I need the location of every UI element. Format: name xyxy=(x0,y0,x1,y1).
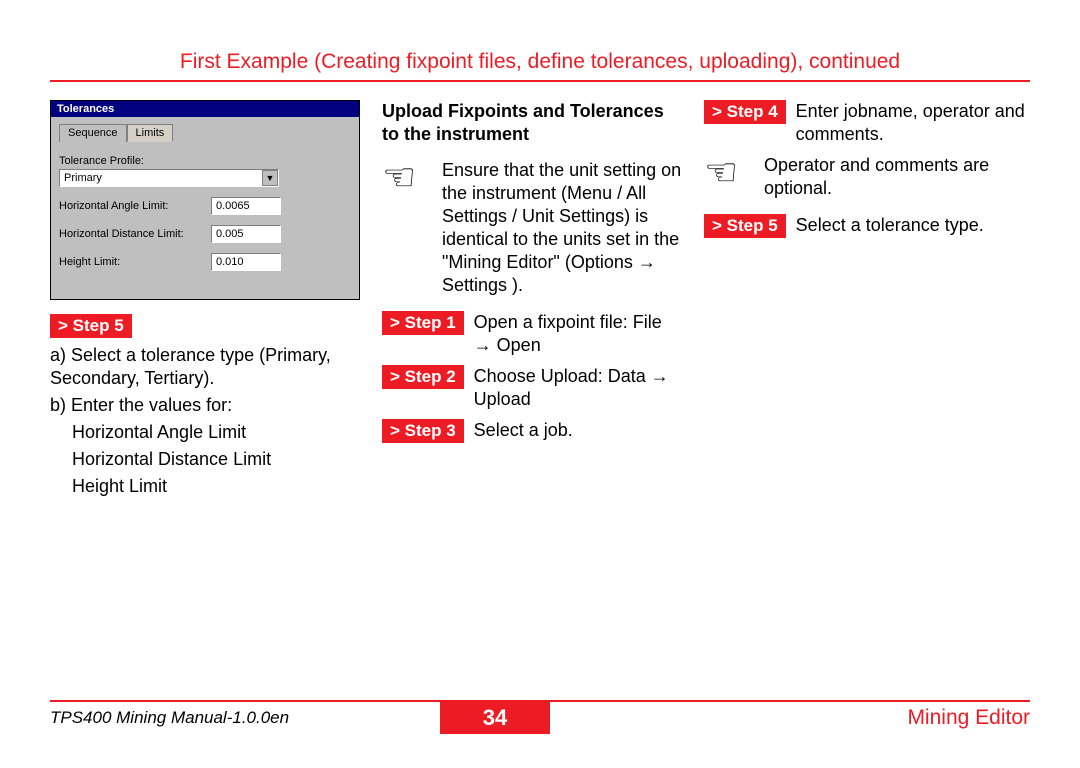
step1-text: Open a fixpoint file: File → Open xyxy=(474,311,682,357)
header-rule xyxy=(50,80,1030,82)
step5-text-right: Select a tolerance type. xyxy=(796,214,984,237)
page-number: 34 xyxy=(440,702,550,734)
page-footer: TPS400 Mining Manual-1.0.0en 34 Mining E… xyxy=(50,700,1030,734)
step1-badge: > Step 1 xyxy=(382,311,464,335)
unit-note: Ensure that the unit setting on the inst… xyxy=(442,159,682,297)
step4-text: Enter jobname, operator and comments. xyxy=(796,100,1030,146)
step2-text: Choose Upload: Data → Upload xyxy=(474,365,682,411)
step4-badge: > Step 4 xyxy=(704,100,786,124)
step5b-item3: Height Limit xyxy=(72,475,360,498)
step5a-text: a) Select a tolerance type (Primary, Sec… xyxy=(50,344,360,390)
profile-value: Primary xyxy=(64,172,102,184)
profile-combo[interactable]: Primary ▼ xyxy=(59,169,279,187)
hdl-label: Horizontal Distance Limit: xyxy=(59,228,199,240)
footer-manual-id: TPS400 Mining Manual-1.0.0en xyxy=(50,702,440,734)
hal-input[interactable]: 0.0065 xyxy=(211,197,281,215)
step3-text: Select a job. xyxy=(474,419,573,442)
page-title: First Example (Creating fixpoint files, … xyxy=(50,50,1030,74)
hal-label: Horizontal Angle Limit: xyxy=(59,200,199,212)
pointing-hand-icon: ☞ xyxy=(704,154,738,192)
step5-badge-left: > Step 5 xyxy=(50,314,132,338)
step5b-intro: b) Enter the values for: xyxy=(50,394,360,417)
tab-limits[interactable]: Limits xyxy=(127,124,174,142)
chevron-down-icon[interactable]: ▼ xyxy=(262,170,278,186)
tolerances-dialog: Tolerances Sequence Limits Tolerance Pro… xyxy=(50,100,360,300)
step2-badge: > Step 2 xyxy=(382,365,464,389)
optional-note: Operator and comments are optional. xyxy=(764,154,1030,200)
hdl-input[interactable]: 0.005 xyxy=(211,225,281,243)
hl-input[interactable]: 0.010 xyxy=(211,253,281,271)
step5-badge-right: > Step 5 xyxy=(704,214,786,238)
footer-section: Mining Editor xyxy=(550,702,1030,734)
step5b-item2: Horizontal Distance Limit xyxy=(72,448,360,471)
tab-sequence[interactable]: Sequence xyxy=(59,124,127,142)
step5b-item1: Horizontal Angle Limit xyxy=(72,421,360,444)
hl-label: Height Limit: xyxy=(59,256,199,268)
step3-badge: > Step 3 xyxy=(382,419,464,443)
upload-heading: Upload Fixpoints and Tolerances to the i… xyxy=(382,100,682,145)
pointing-hand-icon: ☞ xyxy=(382,159,416,197)
dialog-titlebar: Tolerances xyxy=(51,101,359,117)
profile-label: Tolerance Profile: xyxy=(59,155,351,167)
